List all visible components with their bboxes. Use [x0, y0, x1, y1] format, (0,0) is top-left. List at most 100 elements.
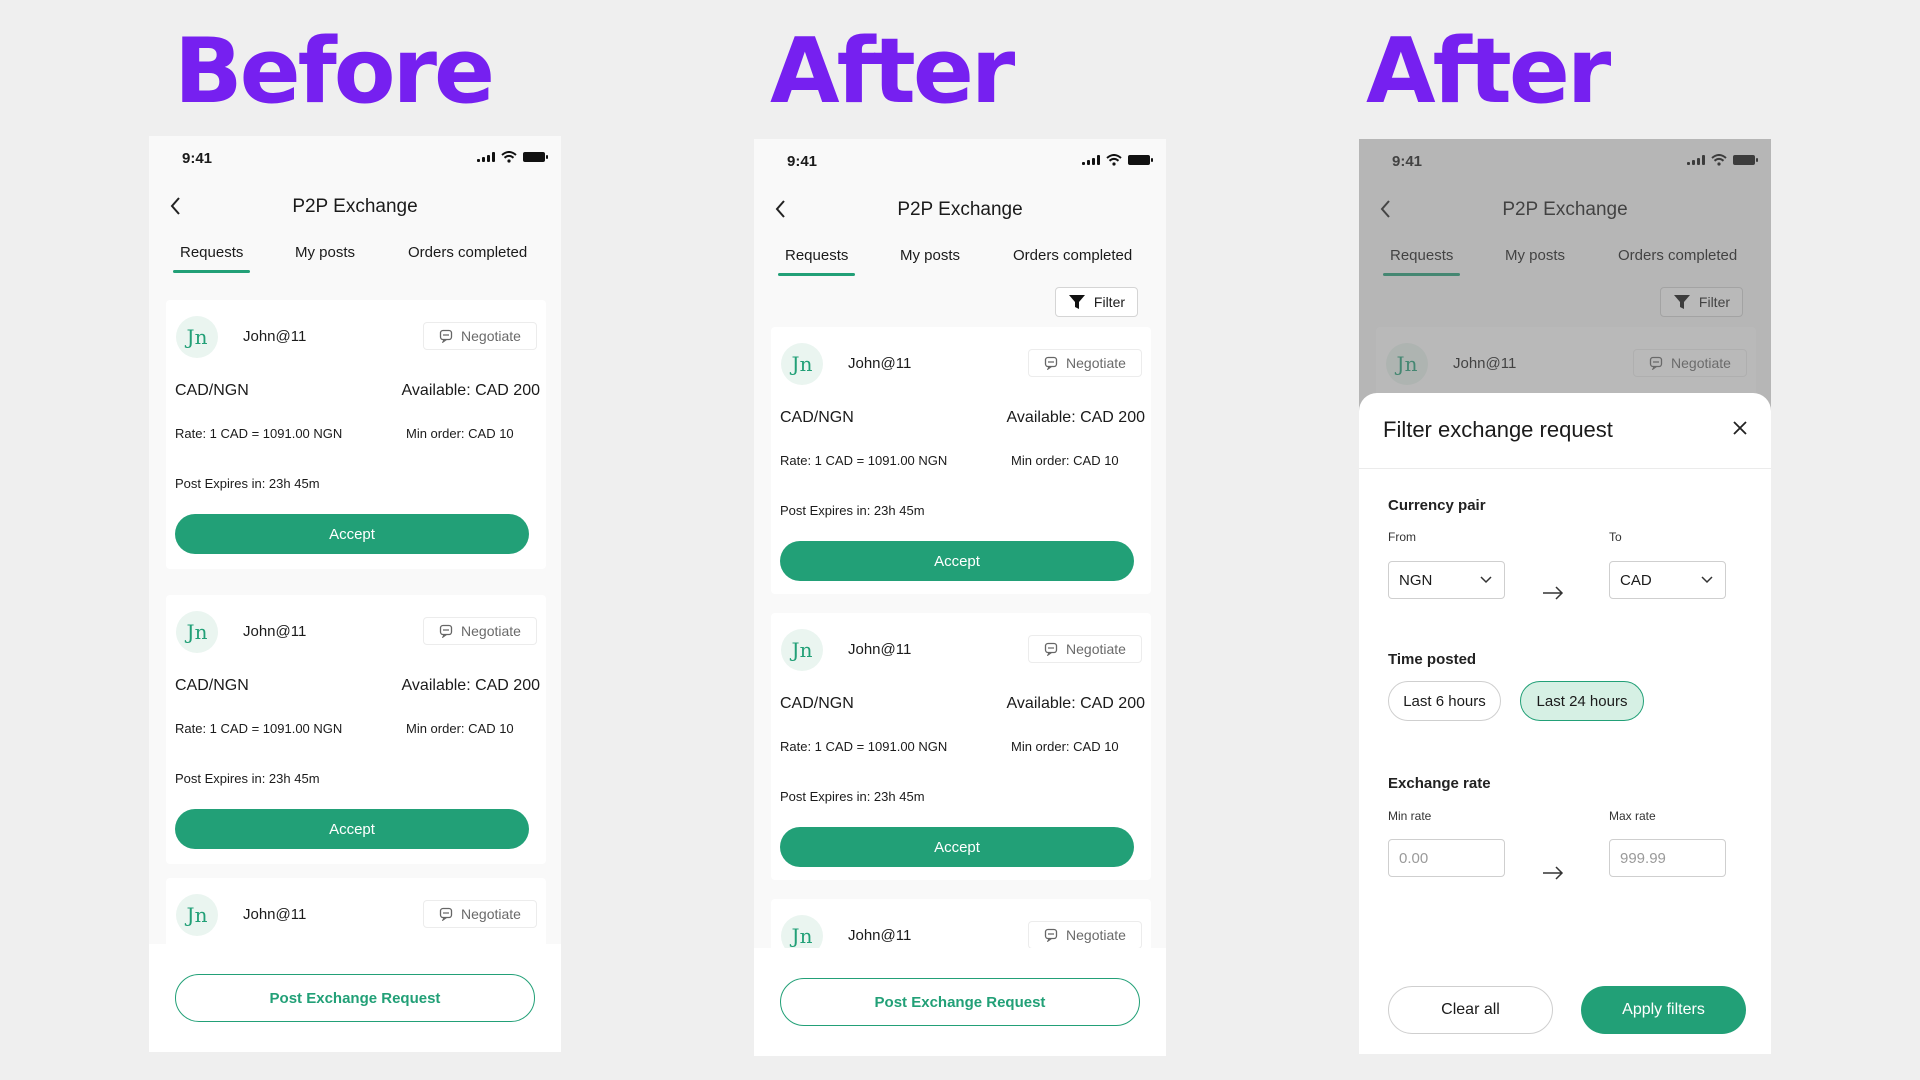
to-currency-select[interactable]: CAD	[1609, 561, 1726, 599]
signal-icon	[477, 152, 495, 162]
status-bar: 9:41	[149, 136, 561, 180]
avatar: Jn	[781, 343, 823, 385]
apply-filters-button[interactable]: Apply filters	[1581, 986, 1746, 1034]
min-order: Min order: CAD 10	[1011, 453, 1119, 468]
to-currency-value: CAD	[1620, 571, 1652, 589]
accept-button[interactable]: Accept	[175, 514, 529, 554]
headline-after-2: After	[1366, 19, 1611, 124]
accept-button[interactable]: Accept	[175, 809, 529, 849]
post-exchange-request-button[interactable]: Post Exchange Request	[780, 978, 1140, 1026]
signal-icon	[1082, 155, 1100, 165]
post-expiry: Post Expires in: 23h 45m	[175, 771, 320, 786]
negotiate-button[interactable]: Negotiate	[1028, 349, 1142, 377]
avatar: Jn	[176, 611, 218, 653]
chevron-down-icon	[1701, 576, 1713, 584]
wifi-icon	[501, 151, 517, 163]
avatar: Jn	[781, 629, 823, 671]
chip-last-6-hours[interactable]: Last 6 hours	[1388, 681, 1501, 721]
page-title: P2P Exchange	[292, 196, 418, 217]
accept-button[interactable]: Accept	[780, 827, 1134, 867]
request-card: Jn John@11 Negotiate CAD/NGN Available: …	[771, 327, 1151, 594]
negotiate-label: Negotiate	[1066, 927, 1126, 943]
negotiate-button[interactable]: Negotiate	[423, 900, 537, 928]
chat-icon	[439, 624, 453, 638]
chat-icon	[439, 329, 453, 343]
tab-orders-completed[interactable]: Orders completed	[1013, 247, 1132, 264]
tab-orders-completed[interactable]: Orders completed	[408, 244, 527, 261]
negotiate-button[interactable]: Negotiate	[1028, 921, 1142, 949]
tab-my-posts[interactable]: My posts	[295, 244, 355, 261]
tab-requests[interactable]: Requests	[777, 247, 856, 276]
battery-icon	[1128, 155, 1153, 165]
clear-all-button[interactable]: Clear all	[1388, 986, 1553, 1034]
negotiate-label: Negotiate	[461, 906, 521, 922]
status-bar: 9:41	[754, 139, 1166, 183]
min-order: Min order: CAD 10	[406, 426, 514, 441]
available-amount: Available: CAD 200	[401, 677, 540, 694]
request-card: Jn John@11 Negotiate CAD/NGN Available: …	[166, 300, 546, 569]
filter-label: Filter	[1093, 294, 1126, 310]
battery-icon	[523, 152, 548, 162]
currency-pair: CAD/NGN	[780, 695, 854, 712]
page-title: P2P Exchange	[897, 199, 1023, 220]
currency-pair: CAD/NGN	[780, 409, 854, 426]
min-order: Min order: CAD 10	[406, 721, 514, 736]
phone-after: 9:41 P2P Exchange Requests My posts Orde…	[754, 139, 1166, 1056]
rate: Rate: 1 CAD = 1091.00 NGN	[175, 426, 343, 441]
to-label: To	[1609, 530, 1622, 544]
sheet-title: Filter exchange request	[1383, 417, 1613, 442]
negotiate-button[interactable]: Negotiate	[1028, 635, 1142, 663]
max-rate-label: Max rate	[1609, 809, 1656, 823]
post-exchange-request-button[interactable]: Post Exchange Request	[175, 974, 535, 1022]
close-icon[interactable]	[1731, 419, 1749, 437]
phone-after-filter: 9:41 P2P Exchange Requests My posts Orde…	[1359, 139, 1771, 1054]
available-amount: Available: CAD 200	[1006, 695, 1145, 712]
rate: Rate: 1 CAD = 1091.00 NGN	[175, 721, 343, 736]
accept-button[interactable]: Accept	[780, 541, 1134, 581]
username: John@11	[848, 927, 912, 944]
tab-my-posts[interactable]: My posts	[900, 247, 960, 264]
filter-icon	[1068, 295, 1085, 309]
sheet-header: Filter exchange request	[1359, 393, 1771, 469]
tab-requests[interactable]: Requests	[172, 244, 251, 273]
negotiate-label: Negotiate	[1066, 355, 1126, 371]
tab-bar: Requests My posts Orders completed	[149, 244, 561, 274]
time-posted-heading: Time posted	[1388, 651, 1477, 668]
post-expiry: Post Expires in: 23h 45m	[780, 503, 925, 518]
username: John@11	[848, 355, 912, 372]
exchange-rate-heading: Exchange rate	[1388, 775, 1491, 792]
currency-pair-heading: Currency pair	[1388, 497, 1486, 514]
status-time: 9:41	[182, 150, 213, 167]
negotiate-label: Negotiate	[461, 623, 521, 639]
username: John@11	[848, 641, 912, 658]
chat-icon	[1044, 928, 1058, 942]
avatar: Jn	[176, 316, 218, 358]
post-expiry: Post Expires in: 23h 45m	[175, 476, 320, 491]
arrow-right-icon	[1543, 866, 1564, 880]
headline-after-1: After	[770, 19, 1015, 124]
chat-icon	[1044, 642, 1058, 656]
max-rate-input[interactable]: 999.99	[1609, 839, 1726, 877]
min-rate-label: Min rate	[1388, 809, 1432, 823]
chip-last-24-hours[interactable]: Last 24 hours	[1520, 681, 1644, 721]
min-rate-input[interactable]: 0.00	[1388, 839, 1505, 877]
currency-pair: CAD/NGN	[175, 382, 249, 399]
filter-sheet: Filter exchange request Currency pair Fr…	[1359, 393, 1771, 1054]
tab-bar: Requests My posts Orders completed	[754, 247, 1166, 277]
negotiate-button[interactable]: Negotiate	[423, 617, 537, 645]
from-label: From	[1388, 530, 1416, 544]
chevron-down-icon	[1480, 576, 1492, 584]
from-currency-select[interactable]: NGN	[1388, 561, 1505, 599]
filter-button[interactable]: Filter	[1055, 287, 1138, 317]
rate: Rate: 1 CAD = 1091.00 NGN	[780, 453, 948, 468]
request-card: Jn John@11 Negotiate CAD/NGN Available: …	[166, 595, 546, 864]
rate: Rate: 1 CAD = 1091.00 NGN	[780, 739, 948, 754]
negotiate-button[interactable]: Negotiate	[423, 322, 537, 350]
negotiate-label: Negotiate	[1066, 641, 1126, 657]
chat-icon	[439, 907, 453, 921]
username: John@11	[243, 623, 307, 640]
chat-icon	[1044, 356, 1058, 370]
username: John@11	[243, 906, 307, 923]
bottom-bar: Post Exchange Request	[149, 944, 561, 1052]
phone-before: 9:41 P2P Exchange Requests My posts Orde…	[149, 136, 561, 1052]
